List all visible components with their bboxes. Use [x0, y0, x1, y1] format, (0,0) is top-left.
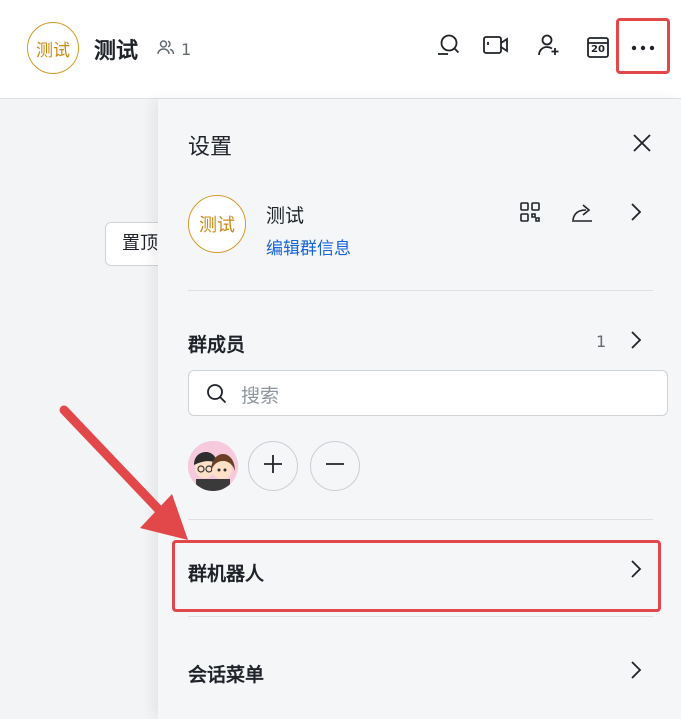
member-avatar[interactable] — [188, 441, 238, 491]
member-count: 1 — [181, 39, 192, 59]
chevron-right-icon — [629, 659, 643, 685]
more-button-highlight — [616, 18, 670, 74]
member-count-indicator[interactable]: 1 — [157, 39, 191, 59]
qr-code-button[interactable] — [516, 200, 544, 228]
chevron-right-icon — [629, 201, 643, 227]
minus-icon — [324, 453, 346, 479]
divider — [188, 616, 653, 617]
members-icon — [157, 39, 175, 59]
add-member-circle-button[interactable] — [248, 441, 298, 491]
group-info-avatar[interactable]: 测试 — [188, 195, 246, 253]
members-label[interactable]: 群成员 — [188, 330, 245, 357]
divider — [188, 290, 653, 291]
remove-member-circle-button[interactable] — [310, 441, 360, 491]
member-search-input[interactable]: 搜索 — [188, 370, 668, 416]
video-icon — [482, 34, 510, 60]
add-member-button[interactable] — [530, 28, 568, 66]
chat-menu-chevron[interactable] — [622, 658, 650, 686]
chat-title: 测试 — [94, 39, 139, 64]
group-info-chevron[interactable] — [622, 200, 650, 228]
group-info-avatar-text: 测试 — [199, 215, 235, 236]
panel-title: 设置 — [188, 135, 233, 160]
search-button[interactable] — [429, 28, 467, 66]
video-call-button[interactable] — [477, 28, 515, 66]
add-member-icon — [536, 32, 562, 62]
calendar-day: 20 — [591, 44, 605, 55]
group-avatar-text: 测试 — [36, 40, 70, 61]
search-icon — [435, 32, 461, 62]
search-placeholder: 搜索 — [241, 385, 280, 407]
chat-header: 测试 测试 1 20 — [0, 0, 681, 99]
members-chevron[interactable] — [622, 328, 650, 356]
share-icon — [570, 201, 594, 227]
search-icon — [205, 382, 229, 410]
close-icon — [628, 134, 656, 161]
chevron-right-icon — [629, 329, 643, 355]
members-count: 1 — [596, 332, 607, 351]
share-button[interactable] — [568, 200, 596, 228]
chat-menu-label[interactable]: 会话菜单 — [188, 660, 264, 687]
edit-group-info-link[interactable]: 编辑群信息 — [266, 234, 351, 259]
calendar-button[interactable]: 20 — [579, 28, 617, 66]
chat-area: 置顶 — [0, 99, 185, 719]
settings-panel: 设置 测试 测试 编辑群信息 群成员 1 搜索 群机器人 会话菜单 — [158, 99, 681, 719]
group-name: 测试 — [266, 205, 305, 227]
group-bots-highlight — [172, 540, 661, 612]
close-button[interactable] — [628, 129, 656, 157]
qr-code-icon — [519, 201, 541, 227]
divider — [188, 519, 653, 520]
plus-icon — [262, 453, 284, 479]
more-icon[interactable] — [630, 37, 656, 56]
calendar-icon: 20 — [586, 35, 610, 59]
group-avatar[interactable]: 测试 — [27, 22, 79, 74]
